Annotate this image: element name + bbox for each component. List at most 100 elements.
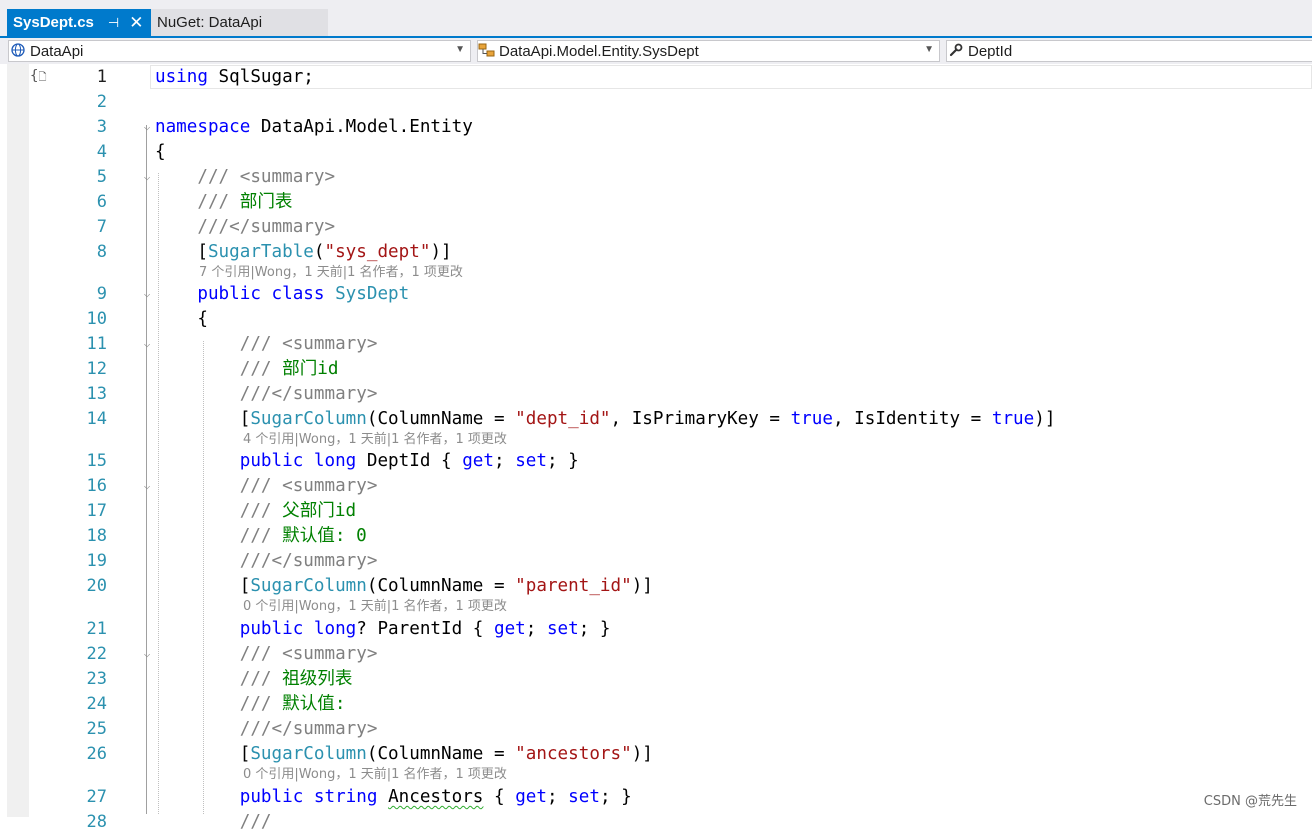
code-line: 18 /// 默认值: 0 <box>0 524 1312 548</box>
line-text: ///</summary> <box>239 551 378 571</box>
line-number: 5 <box>96 167 107 187</box>
line-number: 10 <box>86 309 107 329</box>
class-icon <box>478 43 496 60</box>
code-line: 6 /// 部门表 <box>0 190 1312 214</box>
fold-toggle-icon[interactable]: ⌵ <box>141 115 153 139</box>
code-line: 22 ⌵ /// <summary> <box>0 642 1312 666</box>
member-dropdown[interactable]: DeptId <box>946 40 1312 62</box>
line-number: 18 <box>86 526 107 546</box>
code-line: 3 ⌵ namespace DataApi.Model.Entity <box>0 115 1312 139</box>
code-line: 4 { <box>0 140 1312 164</box>
line-text: { <box>155 309 208 329</box>
line-number: 4 <box>96 142 107 162</box>
codelens-parentid[interactable]: 0 个引用|Wong，1 天前|1 名作者，1 项更改 <box>243 598 507 616</box>
line-number: 7 <box>96 217 107 237</box>
type-name: DataApi.Model.Entity.SysDept <box>499 42 699 60</box>
member-name: DeptId <box>968 42 1013 60</box>
code-line: 27 public string Ancestors { get; set; } <box>0 785 1312 809</box>
code-line: 14 [SugarColumn(ColumnName = "dept_id", … <box>0 407 1312 431</box>
line-text: /// <summary> <box>239 644 378 664</box>
line-number: 3 <box>96 117 107 137</box>
line-number: 22 <box>86 644 107 664</box>
line-number: 27 <box>86 787 107 807</box>
line-text: /// <summary> <box>197 167 336 187</box>
codelens-deptid[interactable]: 4 个引用|Wong，1 天前|1 名作者，1 项更改 <box>243 431 507 449</box>
line-number: 8 <box>96 242 107 262</box>
code-line: 25 ///</summary> <box>0 717 1312 741</box>
fold-toggle-icon[interactable]: ⌵ <box>141 474 153 498</box>
line-number: 23 <box>86 669 107 689</box>
code-line: 23 /// 祖级列表 <box>0 667 1312 691</box>
codelens-sysdept[interactable]: 7 个引用|Wong，1 天前|1 名作者，1 项更改 <box>199 264 463 282</box>
line-text: /// <box>239 812 272 832</box>
line-text: [SugarTable("sys_dept")] <box>155 242 452 262</box>
watermark: CSDN @荒先生 <box>1203 794 1297 809</box>
navigation-bar: DataApi ▼ DataApi.Model.Entity.SysDept ▼… <box>0 38 1312 64</box>
code-line: 8 [SugarTable("sys_dept")] <box>0 240 1312 264</box>
code-line: 13 ///</summary> <box>0 382 1312 406</box>
line-text: /// 祖级列表 <box>239 669 353 689</box>
globe-icon <box>9 42 27 60</box>
line-number: 20 <box>86 576 107 596</box>
line-text: /// 默认值: <box>239 694 346 714</box>
pin-icon[interactable]: ⊣ <box>108 15 119 31</box>
line-number: 14 <box>86 409 107 429</box>
code-line: 2 <box>0 90 1312 114</box>
line-text: ///</summary> <box>239 719 378 739</box>
code-line: 7 ///</summary> <box>0 215 1312 239</box>
code-editor[interactable]: {🗋 1 using SqlSugar; 2 3 ⌵ namespace Dat… <box>0 64 1312 832</box>
code-line: 12 /// 部门id <box>0 357 1312 381</box>
tab-sysdept-cs[interactable]: SysDept.cs ⊣ ✕ <box>7 9 151 36</box>
line-text: [SugarColumn(ColumnName = "ancestors")] <box>155 744 653 764</box>
fold-toggle-icon[interactable]: ⌵ <box>141 332 153 356</box>
type-dropdown[interactable]: DataApi.Model.Entity.SysDept ▼ <box>477 40 940 62</box>
code-line: 1 using SqlSugar; <box>0 65 1312 89</box>
line-text: [SugarColumn(ColumnName = "parent_id")] <box>155 576 653 596</box>
code-line: 15 public long DeptId { get; set; } <box>0 449 1312 473</box>
line-number: 24 <box>86 694 107 714</box>
line-number: 16 <box>86 476 107 496</box>
tab-label: NuGet: DataApi <box>157 14 263 31</box>
tab-nuget-dataapi[interactable]: NuGet: DataApi <box>151 9 328 36</box>
code-line: 21 public long? ParentId { get; set; } <box>0 617 1312 641</box>
code-line: 26 [SugarColumn(ColumnName = "ancestors"… <box>0 742 1312 766</box>
fold-toggle-icon[interactable]: ⌵ <box>141 642 153 666</box>
line-text: using SqlSugar; <box>155 67 314 87</box>
code-line: 19 ///</summary> <box>0 549 1312 573</box>
line-number: 17 <box>86 501 107 521</box>
line-number: 11 <box>86 334 107 354</box>
line-number: 28 <box>86 812 107 832</box>
project-dropdown[interactable]: DataApi ▼ <box>8 40 471 62</box>
project-name: DataApi <box>30 42 84 60</box>
line-number: 19 <box>86 551 107 571</box>
chevron-down-icon: ▼ <box>455 44 465 55</box>
codelens-ancestors[interactable]: 0 个引用|Wong，1 天前|1 名作者，1 项更改 <box>243 766 507 784</box>
line-text: namespace DataApi.Model.Entity <box>155 117 473 137</box>
line-text: public string Ancestors { get; set; } <box>239 787 632 807</box>
line-number: 15 <box>86 451 107 471</box>
line-text: { <box>155 142 166 162</box>
document-tab-bar: SysDept.cs ⊣ ✕ NuGet: DataApi <box>0 0 1312 36</box>
line-text: ///</summary> <box>197 217 336 237</box>
chevron-down-icon: ▼ <box>924 44 934 55</box>
line-number: 6 <box>96 192 107 212</box>
fold-toggle-icon[interactable]: ⌵ <box>141 165 153 189</box>
tab-label: SysDept.cs <box>13 14 94 31</box>
line-number: 2 <box>96 92 107 112</box>
fold-toggle-icon[interactable]: ⌵ <box>141 282 153 306</box>
code-line: 24 /// 默认值: <box>0 692 1312 716</box>
line-number: 26 <box>86 744 107 764</box>
code-line: 16 ⌵ /// <summary> <box>0 474 1312 498</box>
line-number: 13 <box>86 384 107 404</box>
code-line: 11 ⌵ /// <summary> <box>0 332 1312 356</box>
code-line: 28 /// <box>0 810 1312 834</box>
line-number: 25 <box>86 719 107 739</box>
wrench-icon <box>947 43 965 60</box>
line-text: public class SysDept <box>197 284 410 304</box>
close-icon[interactable]: ✕ <box>129 13 143 33</box>
line-text: public long DeptId { get; set; } <box>239 451 579 471</box>
code-line: 5 ⌵ /// <summary> <box>0 165 1312 189</box>
line-text: public long? ParentId { get; set; } <box>239 619 611 639</box>
line-text: /// <summary> <box>239 334 378 354</box>
line-number: 12 <box>86 359 107 379</box>
